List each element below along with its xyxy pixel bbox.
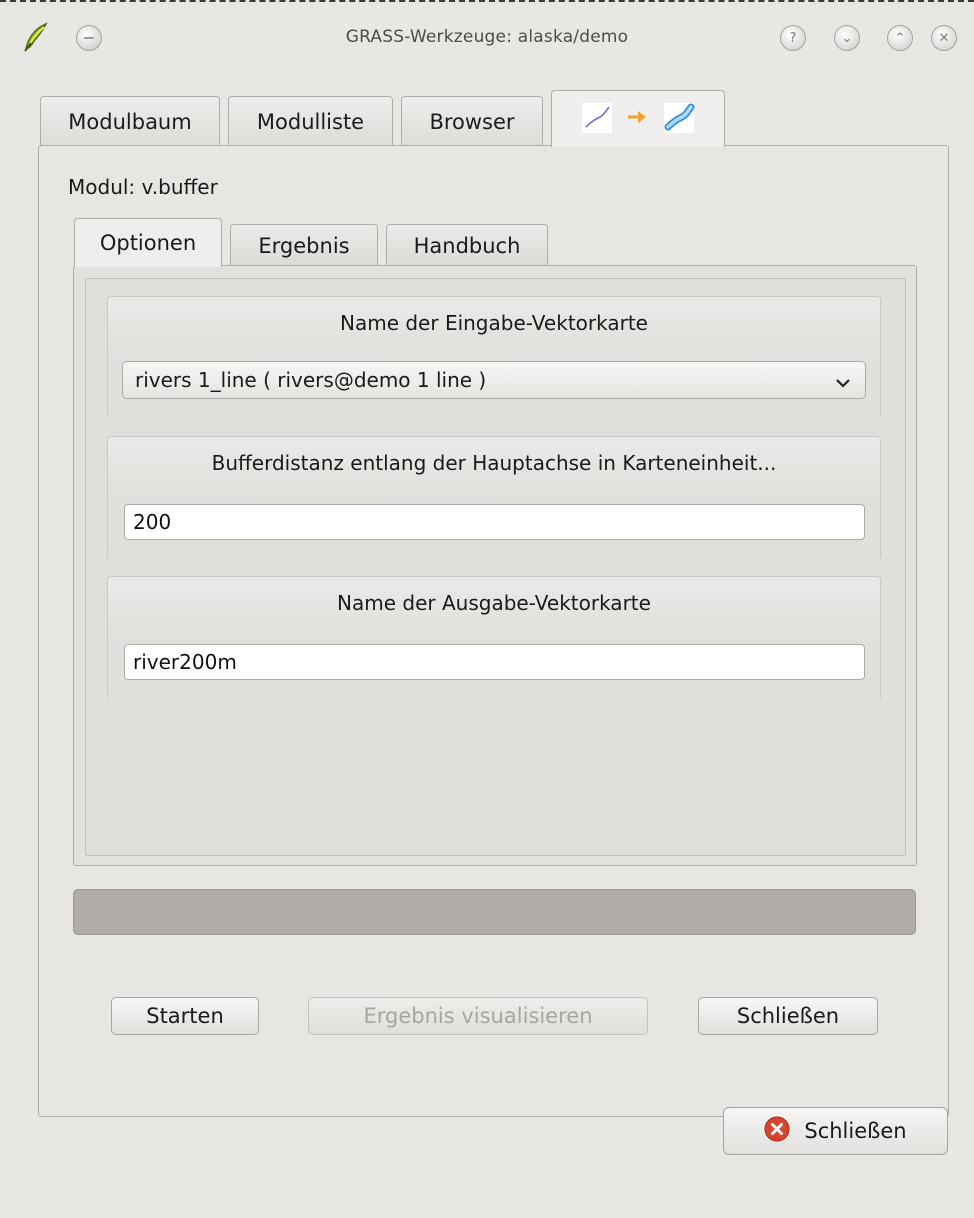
output-map-label: Name der Ausgabe-Vektorkarte [337,591,651,615]
tab-modulliste[interactable]: Modulliste [228,96,393,146]
input-map-group: Name der Eingabe-Vektorkarte rivers 1_li… [107,296,881,416]
output-map-group: Name der Ausgabe-Vektorkarte [107,576,881,698]
buffer-distance-label: Bufferdistanz entlang der Hauptachse in … [211,451,777,475]
window-title: GRASS-Werkzeuge: alaska/demo [345,27,629,47]
minimize-icon[interactable]: ⌄ [834,25,860,51]
buffer-distance-group: Bufferdistanz entlang der Hauptachse in … [107,436,881,558]
tab-handbuch[interactable]: Handbuch [386,224,548,266]
input-map-select[interactable]: rivers 1_line ( rivers@demo 1 line ) [122,361,866,399]
input-map-selected-value: rivers 1_line ( rivers@demo 1 line ) [135,368,487,392]
window-top-edge [0,0,974,2]
close-dialog-button[interactable]: Schließen [723,1107,948,1155]
tab-v-buffer-module[interactable] [551,90,725,147]
progress-bar [73,889,916,935]
buffer-distance-input[interactable] [124,504,865,540]
line-to-buffer-icon [568,97,708,142]
tab-optionen[interactable]: Optionen [74,218,222,267]
help-icon[interactable]: ? [780,25,806,51]
view-output-button[interactable]: Ergebnis visualisieren [308,997,648,1035]
close-dialog-label: Schließen [804,1119,907,1143]
title-bar: GRASS-Werkzeuge: alaska/demo ? ⌄ ⌃ ✕ [0,3,974,69]
close-module-button[interactable]: Schließen [698,997,878,1035]
module-name-label: Modul: v.buffer [68,175,218,199]
close-window-icon[interactable]: ✕ [931,25,957,51]
tab-browser[interactable]: Browser [401,96,543,146]
input-map-label: Name der Eingabe-Vektorkarte [340,311,648,335]
maximize-icon[interactable]: ⌃ [887,25,913,51]
chevron-down-icon [835,372,851,388]
close-icon [764,1116,790,1147]
tab-ergebnis[interactable]: Ergebnis [230,224,378,266]
output-map-input[interactable] [124,644,865,680]
run-button[interactable]: Starten [111,997,259,1035]
tab-modulbaum[interactable]: Modulbaum [40,96,220,146]
